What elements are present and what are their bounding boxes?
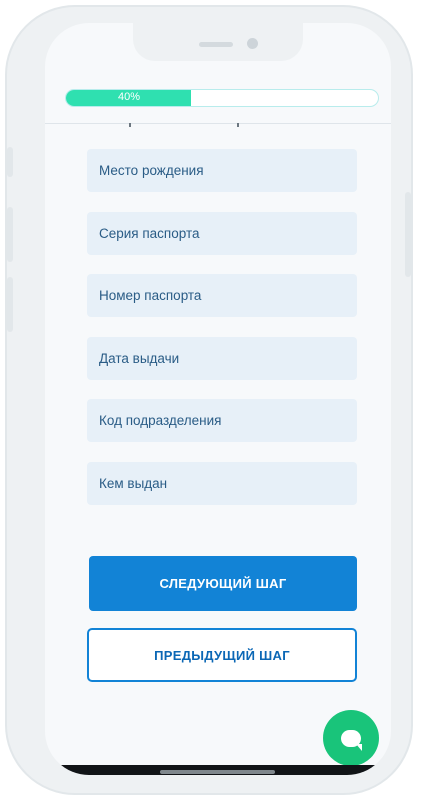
progress-label: 40% xyxy=(117,91,141,103)
chat-bubble-icon xyxy=(341,729,362,751)
camera-icon xyxy=(247,38,258,49)
passport-series-input[interactable] xyxy=(99,225,345,241)
field-passport-series[interactable] xyxy=(87,211,357,255)
passport-form xyxy=(87,149,357,525)
divider-tick xyxy=(129,123,131,127)
passport-number-input[interactable] xyxy=(99,288,345,304)
phone-frame: 40% СЛЕДУЮЩИЙ ШАГ ПРЕ xyxy=(5,5,413,795)
home-indicator[interactable] xyxy=(160,770,275,774)
field-passport-number[interactable] xyxy=(87,274,357,318)
side-button xyxy=(7,207,13,262)
chat-button[interactable] xyxy=(323,710,379,766)
progress-bar: 40% xyxy=(65,89,379,107)
field-issued-by[interactable] xyxy=(87,461,357,505)
field-issue-date[interactable] xyxy=(87,336,357,380)
previous-step-button[interactable]: ПРЕДЫДУЩИЙ ШАГ xyxy=(87,628,357,682)
field-birthplace[interactable] xyxy=(87,149,357,192)
department-code-input[interactable] xyxy=(99,413,345,429)
phone-notch xyxy=(133,23,303,61)
divider-tick xyxy=(237,123,239,127)
side-button xyxy=(7,147,13,177)
next-step-button[interactable]: СЛЕДУЮЩИЙ ШАГ xyxy=(89,556,357,611)
side-button xyxy=(7,277,13,332)
field-department-code[interactable] xyxy=(87,399,357,443)
side-button xyxy=(405,192,411,277)
birthplace-input[interactable] xyxy=(99,163,345,178)
issue-date-input[interactable] xyxy=(99,350,345,366)
divider xyxy=(45,123,391,124)
speaker-icon xyxy=(199,42,233,47)
phone-screen: 40% СЛЕДУЮЩИЙ ШАГ ПРЕ xyxy=(45,23,391,775)
issued-by-input[interactable] xyxy=(99,475,345,491)
